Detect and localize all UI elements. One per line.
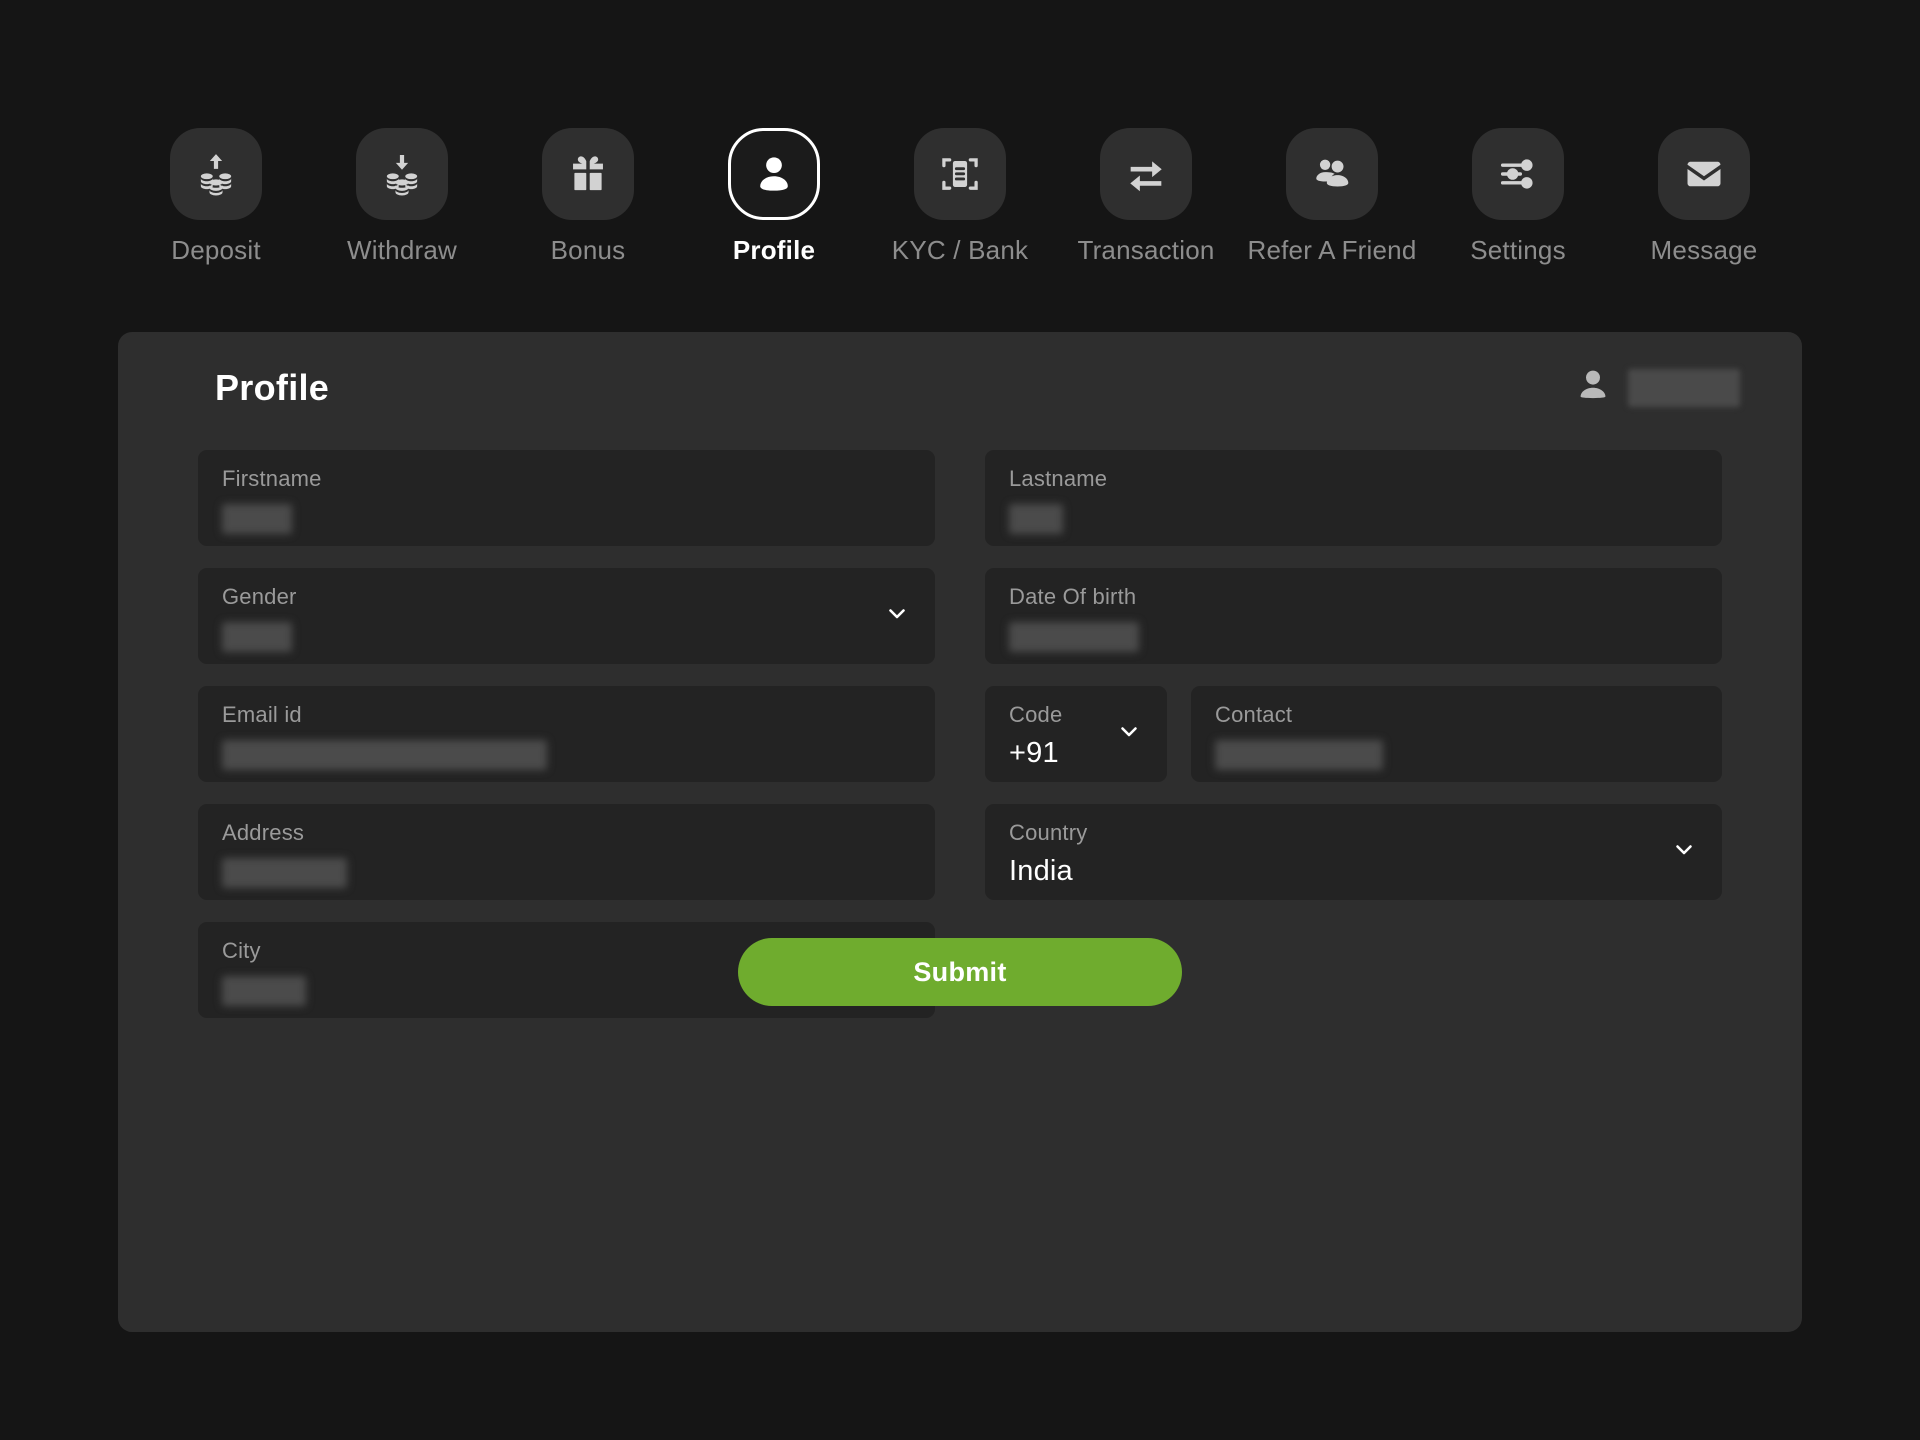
nav-label-transaction: Transaction [1077, 235, 1215, 265]
lastname-input[interactable] [1009, 504, 1063, 534]
nav-item-settings[interactable]: Settings [1425, 128, 1611, 266]
nav-item-deposit[interactable]: Deposit [123, 128, 309, 266]
people-group-icon [1286, 128, 1378, 220]
gender-label: Gender [222, 584, 297, 609]
sliders-icon [1472, 128, 1564, 220]
transfer-arrows-icon [1100, 128, 1192, 220]
person-avatar-icon [1572, 365, 1614, 412]
firstname-input[interactable] [222, 504, 292, 534]
email-input[interactable] [222, 740, 547, 770]
nav-label-deposit: Deposit [171, 235, 261, 265]
country-code-select[interactable]: Code +91 [985, 686, 1167, 782]
account-top-navigation: Deposit Withdraw Bonus Profile KYC / Ban… [0, 128, 1920, 266]
nav-item-kyc-bank[interactable]: KYC / Bank [867, 128, 1053, 266]
gender-value[interactable] [222, 622, 292, 652]
lastname-field[interactable]: Lastname [985, 450, 1722, 546]
nav-label-settings: Settings [1470, 235, 1566, 265]
profile-page: Deposit Withdraw Bonus Profile KYC / Ban… [0, 0, 1920, 1440]
contact-input[interactable] [1215, 740, 1383, 770]
chevron-down-icon[interactable] [885, 602, 909, 631]
id-card-scan-icon [914, 128, 1006, 220]
person-icon [728, 128, 820, 220]
nav-item-withdraw[interactable]: Withdraw [309, 128, 495, 266]
country-select[interactable]: Country India [985, 804, 1722, 900]
chevron-down-icon[interactable] [1117, 720, 1141, 749]
lastname-label: Lastname [1009, 466, 1108, 491]
nav-label-kyc-bank: KYC / Bank [891, 235, 1029, 265]
date-of-birth-label: Date Of birth [1009, 584, 1137, 609]
gender-select[interactable]: Gender [198, 568, 935, 664]
nav-label-profile: Profile [732, 235, 816, 265]
username-value [1628, 369, 1740, 407]
address-label: Address [222, 820, 305, 845]
date-of-birth-field[interactable]: Date Of birth [985, 568, 1722, 664]
profile-card: Profile Firstname Lastname Gender Date O… [118, 332, 1802, 1332]
nav-label-message: Message [1650, 235, 1758, 265]
address-input[interactable] [222, 858, 347, 888]
firstname-field[interactable]: Firstname [198, 450, 935, 546]
nav-item-profile[interactable]: Profile [681, 128, 867, 266]
nav-label-refer-a-friend: Refer A Friend [1247, 235, 1417, 265]
submit-button[interactable]: Submit [738, 938, 1182, 1006]
phone-row: Code +91 Contact [985, 686, 1722, 782]
nav-item-refer-a-friend[interactable]: Refer A Friend [1239, 128, 1425, 266]
email-field[interactable]: Email id [198, 686, 935, 782]
date-of-birth-input[interactable] [1009, 622, 1139, 652]
address-field[interactable]: Address [198, 804, 935, 900]
nav-item-bonus[interactable]: Bonus [495, 128, 681, 266]
withdraw-coins-down-icon [356, 128, 448, 220]
nav-item-message[interactable]: Message [1611, 128, 1797, 266]
envelope-icon [1658, 128, 1750, 220]
country-value[interactable]: India [1009, 855, 1698, 888]
submit-row: Submit [118, 938, 1802, 1006]
page-title: Profile [215, 367, 330, 408]
email-label: Email id [222, 702, 302, 727]
contact-field[interactable]: Contact [1191, 686, 1722, 782]
gift-icon [542, 128, 634, 220]
profile-form: Firstname Lastname Gender Date Of birth [198, 450, 1722, 1018]
nav-label-withdraw: Withdraw [347, 235, 457, 265]
nav-item-transaction[interactable]: Transaction [1053, 128, 1239, 266]
deposit-coins-up-icon [170, 128, 262, 220]
chevron-down-icon[interactable] [1672, 838, 1696, 867]
user-chip[interactable] [1572, 365, 1740, 412]
nav-label-bonus: Bonus [550, 235, 626, 265]
country-label: Country [1009, 820, 1088, 845]
contact-label: Contact [1215, 702, 1293, 727]
firstname-label: Firstname [222, 466, 322, 491]
profile-card-header: Profile [118, 332, 1802, 444]
